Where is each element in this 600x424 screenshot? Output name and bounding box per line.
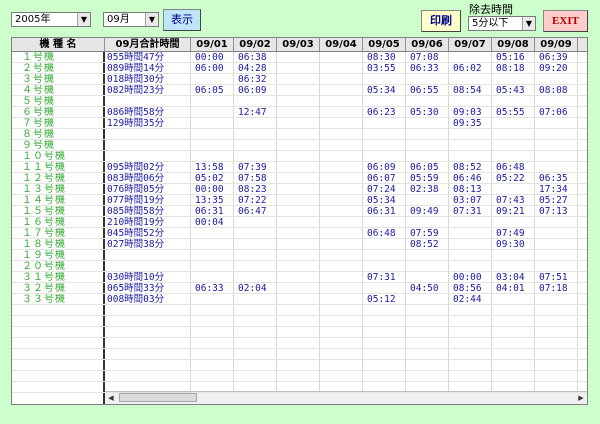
date-column-header: 09/05 bbox=[363, 38, 406, 51]
year-select[interactable]: 2005年 ▼ bbox=[11, 12, 91, 27]
grid-line bbox=[12, 392, 587, 393]
grid-line bbox=[362, 52, 363, 391]
grid-line bbox=[12, 183, 587, 184]
machine-name-column: １号機 ２号機 ３号機 ４号機 ５号機 ６号機 ７号機 ８号機 ９号機 １０号機 １１号機 １２号機 １… bbox=[12, 52, 105, 404]
grid-line bbox=[319, 52, 320, 391]
grid-line bbox=[12, 304, 587, 305]
chevron-down-icon[interactable]: ▼ bbox=[77, 13, 90, 26]
grid-line bbox=[233, 52, 234, 391]
grid-line bbox=[12, 260, 587, 261]
grid-line bbox=[12, 271, 587, 272]
grid-line bbox=[276, 52, 277, 391]
grid-line bbox=[405, 52, 406, 391]
date-column-header: 09/06 bbox=[406, 38, 449, 51]
print-button[interactable]: 印刷 bbox=[421, 10, 461, 32]
grid-line bbox=[12, 128, 587, 129]
grid-line bbox=[12, 249, 587, 250]
scroll-right-icon[interactable]: ▶ bbox=[576, 393, 586, 403]
chevron-down-icon[interactable]: ▼ bbox=[522, 17, 535, 30]
exclude-time-value: 5分以下 bbox=[472, 18, 509, 29]
grid-line bbox=[534, 52, 535, 391]
grid-line bbox=[12, 216, 587, 217]
grid-line bbox=[12, 315, 587, 316]
grid-line bbox=[12, 293, 587, 294]
grid-line bbox=[12, 359, 587, 360]
grid-line bbox=[12, 139, 587, 140]
month-select-value: 09月 bbox=[107, 14, 130, 25]
machine-time-grid: 機 種 名 09月合計時間 09/01 09/02 09/03 09/04 09/05 0… bbox=[11, 37, 588, 405]
grid-line bbox=[12, 84, 587, 85]
scroll-left-icon[interactable]: ◀ bbox=[106, 393, 116, 403]
date-column-header: 09/03 bbox=[277, 38, 320, 51]
chevron-down-icon[interactable]: ▼ bbox=[145, 13, 158, 26]
date-column-header: 09/07 bbox=[449, 38, 492, 51]
grid-line bbox=[12, 205, 587, 206]
date-column-header: 09/02 bbox=[234, 38, 277, 51]
grid-line bbox=[190, 52, 191, 391]
grid-header: 機 種 名 09月合計時間 09/01 09/02 09/03 09/04 09/05 0… bbox=[12, 38, 587, 52]
total-column-header: 09月合計時間 bbox=[105, 38, 191, 51]
grid-line bbox=[12, 62, 587, 63]
grid-line bbox=[12, 117, 587, 118]
year-select-value: 2005年 bbox=[15, 14, 51, 25]
grid-line bbox=[577, 52, 578, 391]
date-column-header: 09/08 bbox=[492, 38, 535, 51]
grid-line bbox=[12, 194, 587, 195]
grid-line bbox=[12, 227, 587, 228]
grid-line bbox=[12, 381, 587, 382]
grid-line bbox=[12, 172, 587, 173]
date-column-header: 09/01 bbox=[191, 38, 234, 51]
grid-line bbox=[12, 150, 587, 151]
name-column-header: 機 種 名 bbox=[12, 38, 105, 51]
grid-line bbox=[448, 52, 449, 391]
grid-line bbox=[12, 282, 587, 283]
grid-line bbox=[12, 348, 587, 349]
grid-line bbox=[12, 73, 587, 74]
grid-line bbox=[12, 238, 587, 239]
show-button[interactable]: 表示 bbox=[163, 9, 201, 31]
exit-button[interactable]: EXIT bbox=[543, 10, 588, 32]
grid-line bbox=[12, 161, 587, 162]
grid-line bbox=[12, 370, 587, 371]
exclude-time-select[interactable]: 5分以下 ▼ bbox=[468, 16, 536, 31]
date-column-header: 09/04 bbox=[320, 38, 363, 51]
grid-line bbox=[12, 326, 587, 327]
month-select[interactable]: 09月 ▼ bbox=[103, 12, 159, 27]
grid-line bbox=[491, 52, 492, 391]
exclude-time-label: 除去時間 bbox=[469, 3, 513, 16]
grid-line bbox=[12, 337, 587, 338]
scrollbar-thumb[interactable] bbox=[119, 393, 197, 402]
grid-line bbox=[12, 95, 587, 96]
date-column-header: 09/09 bbox=[535, 38, 578, 51]
grid-line bbox=[12, 106, 587, 107]
